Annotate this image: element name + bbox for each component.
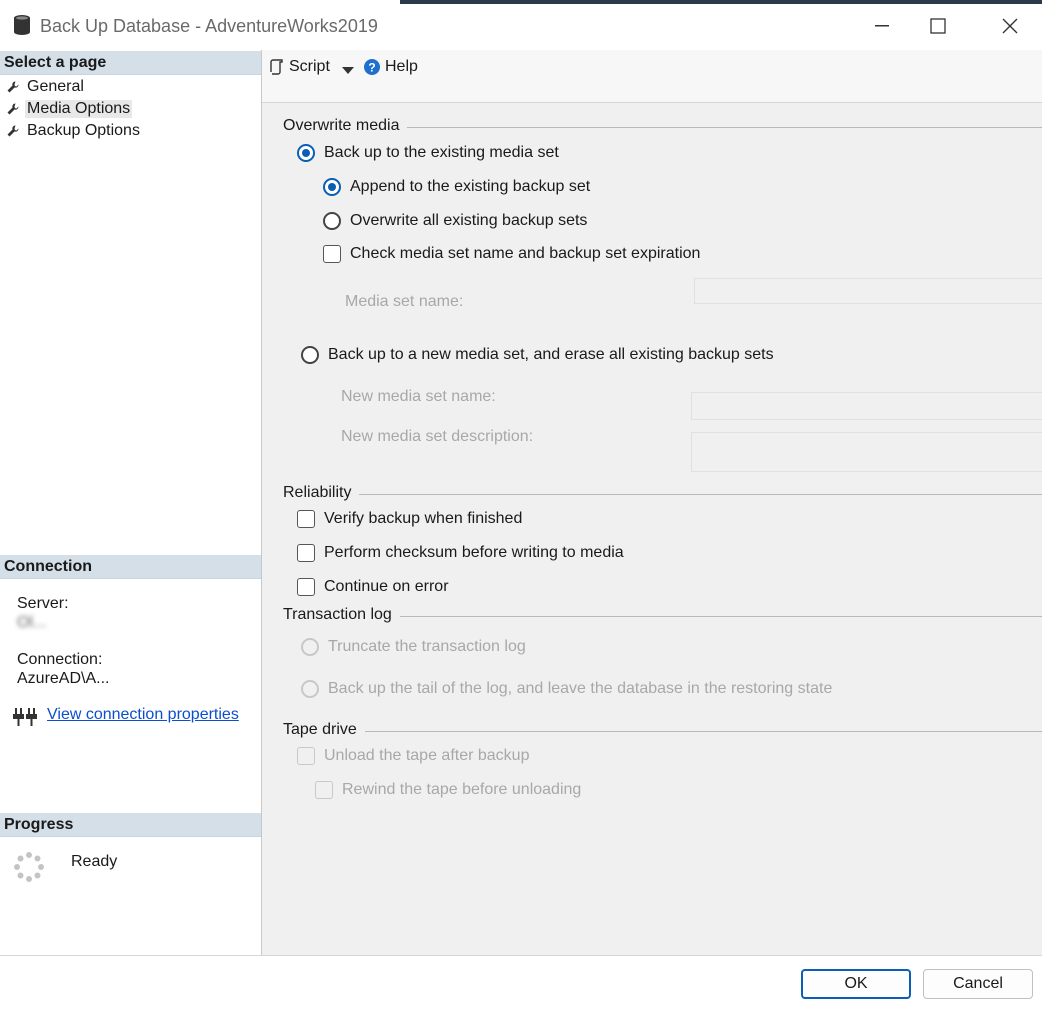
minimize-icon [875, 25, 889, 27]
rewind-tape-option[interactable]: Rewind the tape before unloading [315, 781, 581, 799]
close-icon [1002, 18, 1018, 34]
option-label: Overwrite all existing backup sets [350, 212, 588, 229]
new-media-set-desc-label: New media set description: [341, 428, 534, 445]
checkbox[interactable] [297, 747, 315, 765]
overwrite-all-option[interactable]: Overwrite all existing backup sets [323, 212, 587, 230]
backup-tail-option[interactable]: Back up the tail of the log, and leave t… [301, 680, 832, 698]
progress-status: Ready [71, 853, 118, 870]
new-media-set-name-label: New media set name: [341, 388, 496, 405]
option-label: Continue on error [324, 578, 449, 595]
new-media-set-option[interactable]: Back up to a new media set, and erase al… [301, 346, 774, 364]
wrench-icon [7, 103, 19, 115]
option-label: Back up the tail of the log, and leave t… [328, 680, 833, 697]
script-button[interactable]: Script [270, 58, 330, 76]
radio-button[interactable] [323, 178, 341, 196]
existing-media-set-option[interactable]: Back up to the existing media set [297, 144, 559, 162]
overwrite-media-group: Overwrite media [283, 117, 1042, 135]
new-media-set-desc-field[interactable] [691, 432, 1042, 472]
nav-item-label: General [27, 78, 84, 95]
truncate-log-option[interactable]: Truncate the transaction log [301, 638, 526, 656]
help-icon: ? [364, 59, 380, 75]
checkbox[interactable] [315, 781, 333, 799]
script-icon [270, 59, 283, 75]
option-label: Back up to the existing media set [324, 144, 559, 161]
nav-item-label: Media Options [25, 100, 133, 118]
option-label: Verify backup when finished [324, 510, 523, 527]
unload-tape-option[interactable]: Unload the tape after backup [297, 747, 529, 765]
progress-header: Progress [0, 813, 261, 837]
new-media-set-name-field[interactable] [691, 392, 1042, 420]
progress-spinner-icon [13, 851, 45, 888]
group-label: Reliability [283, 484, 352, 501]
transaction-log-group: Transaction log [283, 606, 1042, 624]
radio-button[interactable] [323, 212, 341, 230]
help-label: Help [385, 58, 418, 75]
continue-on-error-option[interactable]: Continue on error [297, 578, 449, 596]
radio-button[interactable] [301, 680, 319, 698]
option-label: Unload the tape after backup [324, 747, 530, 764]
select-page-header: Select a page [0, 51, 261, 75]
script-label: Script [289, 58, 330, 75]
cancel-button[interactable]: Cancel [923, 969, 1033, 999]
title-bar: Back Up Database - AdventureWorks2019 [0, 0, 1042, 51]
connection-label: Connection: [17, 651, 103, 668]
checkbox[interactable] [297, 544, 315, 562]
taskbar-strip [400, 0, 1042, 4]
nav-item-label: Backup Options [27, 122, 140, 139]
minimize-button[interactable] [862, 10, 902, 42]
option-label: Rewind the tape before unloading [342, 781, 582, 798]
checkbox[interactable] [297, 578, 315, 596]
window-title: Back Up Database - AdventureWorks2019 [40, 16, 378, 36]
ok-button[interactable]: OK [801, 969, 911, 999]
plug-icon [13, 705, 37, 732]
checkbox[interactable] [323, 245, 341, 263]
option-label: Append to the existing backup set [350, 178, 591, 195]
reliability-group: Reliability [283, 484, 1042, 502]
verify-backup-option[interactable]: Verify backup when finished [297, 510, 522, 528]
server-value: Ol... [17, 614, 47, 631]
media-set-name-field[interactable] [694, 278, 1042, 304]
radio-button[interactable] [301, 638, 319, 656]
close-button[interactable] [990, 10, 1030, 42]
nav-item-general[interactable]: General [6, 77, 86, 97]
group-label: Tape drive [283, 721, 357, 738]
option-label: Back up to a new media set, and erase al… [328, 346, 774, 363]
wrench-icon [7, 81, 19, 93]
script-dropdown-icon[interactable] [342, 62, 354, 80]
wrench-icon [7, 125, 19, 137]
tape-drive-group: Tape drive [283, 721, 1042, 739]
append-existing-option[interactable]: Append to the existing backup set [323, 178, 590, 196]
checkbox[interactable] [297, 510, 315, 528]
maximize-button[interactable] [918, 10, 958, 42]
group-label: Transaction log [283, 606, 392, 623]
nav-item-media-options[interactable]: Media Options [6, 99, 133, 119]
group-label: Overwrite media [283, 117, 400, 134]
database-icon [12, 14, 32, 41]
perform-checksum-option[interactable]: Perform checksum before writing to media [297, 544, 624, 562]
connection-header: Connection [0, 555, 261, 579]
svg-text:?: ? [368, 61, 375, 75]
view-connection-properties-link[interactable]: View connection properties [47, 706, 239, 724]
nav-item-backup-options[interactable]: Backup Options [6, 121, 142, 141]
option-label: Perform checksum before writing to media [324, 544, 624, 561]
server-label: Server: [17, 595, 69, 612]
connection-value: AzureAD\A... [17, 670, 110, 687]
check-media-set-option[interactable]: Check media set name and backup set expi… [323, 245, 700, 263]
maximize-icon [930, 18, 946, 34]
option-label: Truncate the transaction log [328, 638, 526, 655]
radio-button[interactable] [301, 346, 319, 364]
radio-button[interactable] [297, 144, 315, 162]
media-set-name-label: Media set name: [345, 293, 464, 310]
help-button[interactable]: ? Help [364, 58, 418, 76]
option-label: Check media set name and backup set expi… [350, 245, 701, 262]
